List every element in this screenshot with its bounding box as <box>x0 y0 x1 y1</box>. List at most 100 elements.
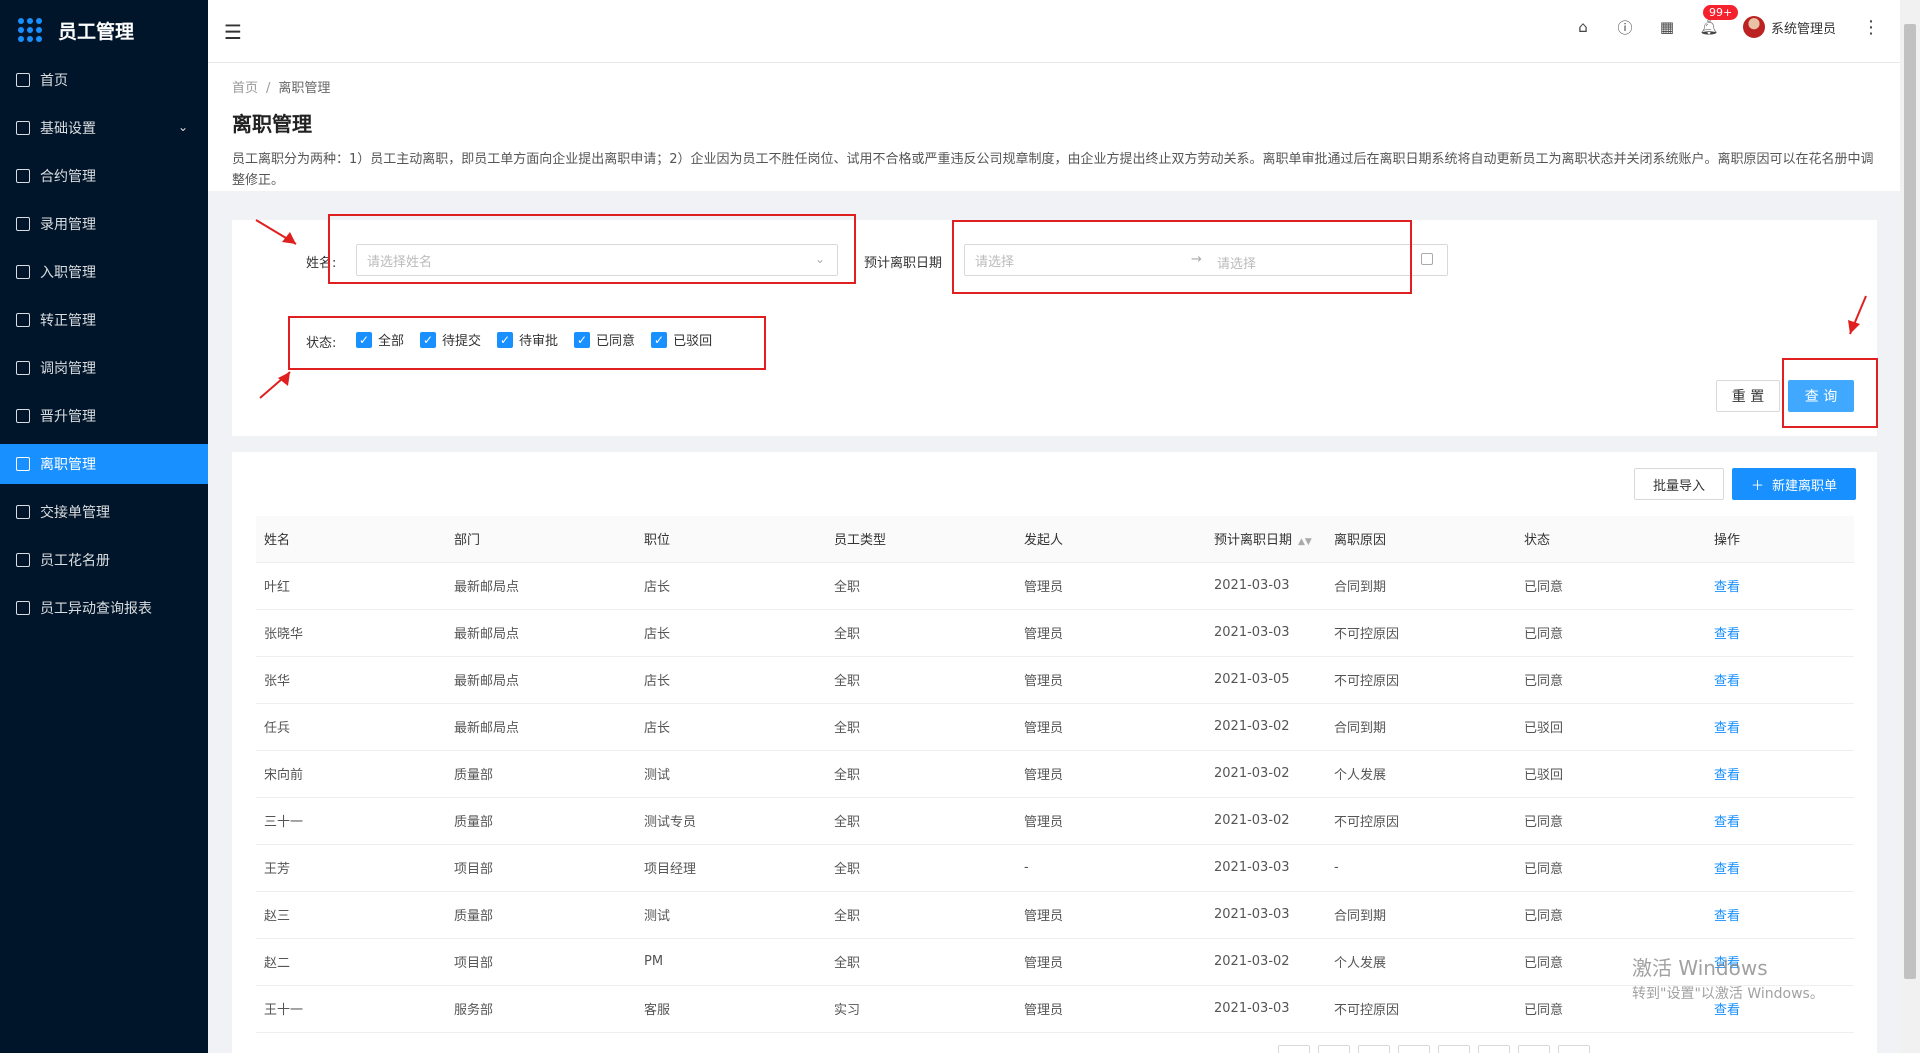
view-link[interactable]: 查看 <box>1706 891 1854 939</box>
table-cell: 管理员 <box>1016 703 1206 751</box>
view-link[interactable]: 查看 <box>1706 656 1854 704</box>
table-cell: 三十一 <box>256 797 446 845</box>
book-icon <box>16 553 30 567</box>
menu-fold-icon[interactable]: ☰ <box>224 20 242 44</box>
table-cell: 不可控原因 <box>1326 797 1516 845</box>
apps-icon[interactable]: ▦ <box>1659 18 1675 36</box>
sidebar-item-regularization[interactable]: 转正管理 <box>0 300 208 340</box>
table-cell: 店长 <box>636 562 826 610</box>
breadcrumb: 首页 / 离职管理 <box>232 77 1876 96</box>
sidebar-item-handover[interactable]: 交接单管理 <box>0 492 208 532</box>
batch-import-button[interactable]: 批量导入 <box>1634 468 1724 500</box>
table-body: 叶红 最新邮局点 店长 全职 管理员 2021-03-03 合同到期 已同意 查看 张晓华 最新邮局… <box>256 562 1854 1033</box>
calendar-icon <box>1421 253 1433 265</box>
avatar <box>1742 16 1765 38</box>
pagination-item[interactable] <box>1318 1045 1350 1053</box>
table-cell: 2021-03-02 <box>1206 938 1326 986</box>
pagination-item[interactable] <box>1398 1045 1430 1053</box>
watermark-line2: 转到"设置"以激活 Windows。 <box>1632 986 1824 1002</box>
pagination-item[interactable] <box>1438 1045 1470 1053</box>
table-cell: 全职 <box>826 891 1016 939</box>
table-cell: 管理员 <box>1016 938 1206 986</box>
audit-icon <box>16 409 30 423</box>
table-cell: 服务部 <box>446 985 636 1033</box>
table-cell: 合同到期 <box>1326 891 1516 939</box>
sidebar-item-onboarding[interactable]: 入职管理 <box>0 252 208 292</box>
table-cell: 全职 <box>826 609 1016 657</box>
column-header: 部门 <box>446 516 636 563</box>
view-link[interactable]: 查看 <box>1706 703 1854 751</box>
reset-button[interactable]: 重 置 <box>1716 380 1780 412</box>
sidebar-menu: 首页 基础设置 ⌄ 合约管理 录用管理 入职管理 转正管理 调岗管理 晋升管理 离… <box>0 60 208 628</box>
app-title: 员工管理 <box>58 20 135 43</box>
table-cell: 已同意 <box>1516 609 1706 657</box>
sidebar-item-promotion[interactable]: 晋升管理 <box>0 396 208 436</box>
sidebar-item-change-report[interactable]: 员工异动查询报表 <box>0 588 208 628</box>
view-link[interactable]: 查看 <box>1706 609 1854 657</box>
report-icon <box>16 601 30 615</box>
sidebar-item-label: 转正管理 <box>40 313 96 329</box>
page-scrollbar[interactable] <box>1900 0 1920 1053</box>
annotation-arrow-icon <box>255 219 297 245</box>
table-cell: 2021-03-02 <box>1206 750 1326 798</box>
layout-icon <box>16 313 30 327</box>
date-label: 预计离职日期 <box>864 256 943 271</box>
column-header: 员工类型 <box>826 516 1016 563</box>
table-cell: 最新邮局点 <box>446 656 636 704</box>
table-cell: 质量部 <box>446 750 636 798</box>
column-header-sortable[interactable]: 预计离职日期 ▲▼ <box>1206 516 1326 563</box>
sidebar-item-roster[interactable]: 员工花名册 <box>0 540 208 580</box>
table-cell: PM <box>636 938 826 986</box>
new-resignation-button[interactable]: ＋ 新建离职单 <box>1732 468 1856 500</box>
table-cell: 测试专员 <box>636 797 826 845</box>
sidebar-item-contract[interactable]: 合约管理 <box>0 156 208 196</box>
table-cell: - <box>1326 844 1516 892</box>
table-cell: 全职 <box>826 797 1016 845</box>
table-cell: 已同意 <box>1516 797 1706 845</box>
view-link[interactable]: 查看 <box>1706 562 1854 610</box>
table-cell: 店长 <box>636 703 826 751</box>
user-icon <box>16 361 30 375</box>
user-menu[interactable]: 系统管理员 <box>1742 16 1836 38</box>
pagination <box>1278 1045 1590 1053</box>
view-link[interactable]: 查看 <box>1706 750 1854 798</box>
table-cell: 最新邮局点 <box>446 562 636 610</box>
table-cell: 2021-03-05 <box>1206 656 1326 704</box>
sidebar-item-transfer[interactable]: 调岗管理 <box>0 348 208 388</box>
pagination-item[interactable] <box>1278 1045 1310 1053</box>
table-cell: 项目部 <box>446 844 636 892</box>
view-link[interactable]: 查看 <box>1706 844 1854 892</box>
help-icon[interactable]: ⓘ <box>1617 19 1633 37</box>
app-logo[interactable]: 员工管理 <box>0 0 208 60</box>
pagination-item[interactable] <box>1358 1045 1390 1053</box>
plus-icon: ＋ <box>1750 478 1764 494</box>
more-vertical-icon[interactable]: ⋮ <box>1862 17 1880 38</box>
sidebar-item-resignation[interactable]: 离职管理 <box>0 444 208 484</box>
apps-grid-icon <box>18 18 42 42</box>
sidebar-item-home[interactable]: 首页 <box>0 60 208 100</box>
sidebar-item-basic-settings[interactable]: 基础设置 ⌄ <box>0 108 208 148</box>
annotation-arrow-icon <box>1848 295 1867 335</box>
table-cell: 王十一 <box>256 985 446 1033</box>
pagination-item[interactable] <box>1478 1045 1510 1053</box>
column-header: 离职原因 <box>1326 516 1516 563</box>
sort-icon[interactable]: ▲▼ <box>1298 537 1312 547</box>
pagination-item[interactable] <box>1518 1045 1550 1053</box>
table-cell: 不可控原因 <box>1326 985 1516 1033</box>
breadcrumb-home[interactable]: 首页 <box>232 81 258 96</box>
breadcrumb-current: 离职管理 <box>278 81 331 96</box>
table-row: 任兵 最新邮局点 店长 全职 管理员 2021-03-02 合同到期 已驳回 查看 <box>256 703 1854 751</box>
home-icon[interactable]: ⌂ <box>1575 18 1591 36</box>
table-cell: 宋向前 <box>256 750 446 798</box>
table-cell: - <box>1016 844 1206 892</box>
table-cell: 管理员 <box>1016 891 1206 939</box>
bell-icon[interactable]: 🔔︎ 99+ <box>1699 5 1739 36</box>
scrollbar-thumb[interactable] <box>1904 24 1916 979</box>
table-cell: 2021-03-03 <box>1206 985 1326 1033</box>
sidebar-item-hiring[interactable]: 录用管理 <box>0 204 208 244</box>
table-row: 王芳 项目部 项目经理 全职 -2021-03-03- 已同意 查看 <box>256 844 1854 892</box>
resignation-table-panel: 批量导入 ＋ 新建离职单 姓名 部门 职位 员工类型 发起人 预计离职日期 ▲▼ 离… <box>232 452 1877 1053</box>
view-link[interactable]: 查看 <box>1706 797 1854 845</box>
column-header: 发起人 <box>1016 516 1206 563</box>
pagination-item[interactable] <box>1558 1045 1590 1053</box>
